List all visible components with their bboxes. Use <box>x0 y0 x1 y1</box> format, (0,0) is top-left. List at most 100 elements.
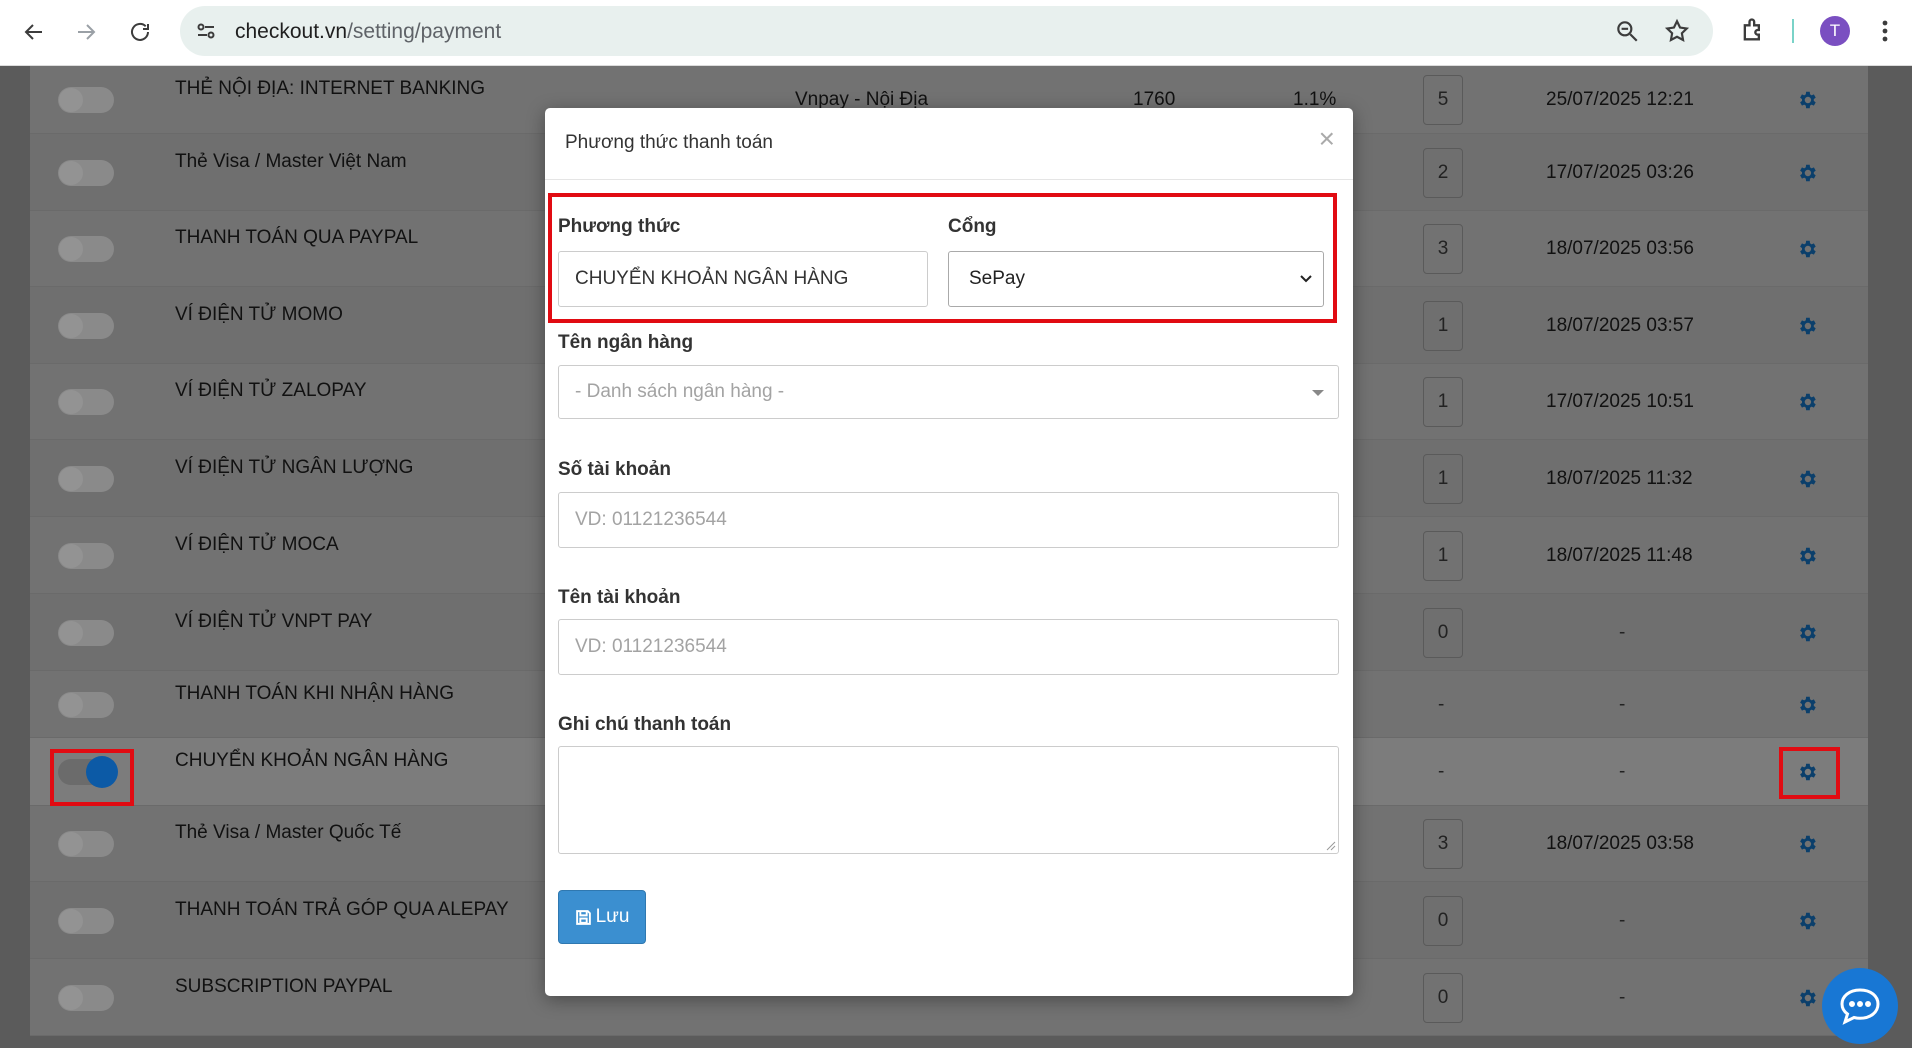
updated-date: - <box>1619 986 1626 1008</box>
modal-title: Phương thức thanh toán <box>565 132 773 153</box>
address-bar[interactable]: checkout.vn/setting/payment <box>180 6 1713 56</box>
gear-icon[interactable] <box>1796 468 1818 490</box>
toggle-knob <box>59 543 83 568</box>
more-menu-icon[interactable] <box>1873 17 1897 45</box>
toolbar-divider <box>1792 19 1794 43</box>
status-toggle[interactable] <box>58 87 114 113</box>
toggle-knob <box>59 620 83 645</box>
toggle-knob <box>59 160 83 185</box>
bank-label: Tên ngân hàng <box>558 332 694 353</box>
payment-method-name: THANH TOÁN KHI NHẬN HÀNG <box>175 682 455 704</box>
toggle-knob <box>59 985 83 1010</box>
status-toggle[interactable] <box>58 831 114 857</box>
gear-icon[interactable] <box>1796 622 1818 644</box>
order-count-badge: 0 <box>1423 607 1463 658</box>
gear-icon[interactable] <box>1796 89 1818 111</box>
gear-icon[interactable] <box>1796 315 1818 337</box>
browser-toolbar: checkout.vn/setting/payment T <box>0 0 1912 66</box>
reload-button[interactable] <box>118 12 162 52</box>
status-toggle[interactable] <box>58 619 114 646</box>
toggle-knob <box>59 313 83 338</box>
save-button[interactable]: Lưu <box>558 890 646 944</box>
order-count-badge: 0 <box>1423 895 1463 946</box>
order-count-badge: 1 <box>1423 453 1463 504</box>
payment-method-name: Thẻ Visa / Master Quốc Tế <box>175 822 402 843</box>
status-toggle[interactable] <box>58 236 114 262</box>
bank-combobox[interactable]: - Danh sách ngân hàng - <box>558 365 1339 419</box>
status-toggle[interactable] <box>58 312 114 339</box>
gear-icon[interactable] <box>1796 910 1818 932</box>
arrow-left-icon <box>24 24 42 40</box>
payment-method-name: THẺ NỘI ĐỊA: INTERNET BANKING <box>175 78 486 99</box>
account-number-label: Số tài khoản <box>558 459 671 480</box>
zoom-icon[interactable] <box>1614 18 1640 44</box>
extensions-icon[interactable] <box>1739 16 1767 44</box>
modal-close-button[interactable]: × <box>1319 125 1335 153</box>
payment-method-name: VÍ ĐIỆN TỬ VNPT PAY <box>175 610 373 632</box>
account-name-label: Tên tài khoản <box>558 587 681 608</box>
gear-highlight-box <box>1779 747 1840 799</box>
status-toggle[interactable] <box>58 542 114 569</box>
chat-icon <box>1840 988 1880 1025</box>
reload-icon <box>131 22 149 41</box>
status-toggle[interactable] <box>58 159 114 186</box>
order-count-badge: 5 <box>1423 75 1463 125</box>
chevron-down-icon <box>1300 275 1312 283</box>
url-path: /setting/payment <box>347 20 502 43</box>
payment-note-textarea[interactable] <box>558 746 1339 854</box>
order-count-badge: 0 <box>1423 972 1463 1023</box>
payment-method-name: VÍ ĐIỆN TỬ MOCA <box>175 533 339 555</box>
url-host: checkout.vn <box>235 20 348 43</box>
status-toggle[interactable] <box>58 691 114 718</box>
modal-header: Phương thức thanh toán × <box>545 108 1353 180</box>
status-toggle[interactable] <box>58 465 114 492</box>
gear-icon[interactable] <box>1796 694 1818 716</box>
payment-method-name: VÍ ĐIỆN TỬ ZALOPAY <box>175 380 367 401</box>
account-number-input[interactable]: VD: 01121236544 <box>558 492 1339 548</box>
account-name-input[interactable]: VD: 01121236544 <box>558 619 1339 675</box>
save-button-label: Lưu <box>595 906 630 927</box>
resize-grip-icon[interactable] <box>1324 839 1336 851</box>
bank-placeholder: - Danh sách ngân hàng - <box>575 381 785 402</box>
payment-method-name: CHUYỂN KHOẢN NGÂN HÀNG <box>175 750 449 771</box>
payment-method-name: THANH TOÁN TRẢ GÓP QUA ALEPAY <box>175 898 509 920</box>
forward-button[interactable] <box>64 12 108 52</box>
order-count-badge: 3 <box>1423 819 1463 869</box>
arrow-right-icon <box>78 24 96 40</box>
toggle-knob <box>59 466 83 491</box>
gateway-selected-value: SePay <box>969 268 1025 289</box>
gear-icon[interactable] <box>1796 391 1818 413</box>
payment-method-name: Thẻ Visa / Master Việt Nam <box>175 150 407 172</box>
toggle-knob <box>59 832 83 856</box>
status-toggle[interactable] <box>58 907 114 934</box>
status-toggle[interactable] <box>58 389 114 415</box>
order-count-badge: 1 <box>1423 530 1463 581</box>
gear-icon[interactable] <box>1796 987 1818 1009</box>
toggle-highlight-box <box>50 749 134 806</box>
bookmark-star-icon[interactable] <box>1664 18 1690 44</box>
payment-method-name: SUBSCRIPTION PAYPAL <box>175 975 393 997</box>
back-button[interactable] <box>12 12 56 52</box>
gear-icon[interactable] <box>1796 545 1818 567</box>
toggle-knob <box>59 692 83 717</box>
updated-date: 18/07/2025 11:32 <box>1546 467 1693 489</box>
method-field[interactable]: CHUYỂN KHOẢN NGÂN HÀNG <box>558 251 928 307</box>
updated-date: - <box>1619 621 1626 643</box>
method-label: Phương thức <box>558 216 681 237</box>
site-settings-icon[interactable] <box>194 19 218 43</box>
order-count-badge: 3 <box>1423 224 1463 274</box>
profile-avatar[interactable]: T <box>1820 16 1850 46</box>
gear-icon[interactable] <box>1796 162 1818 184</box>
floppy-disk-icon <box>575 909 591 925</box>
payment-note-label: Ghi chú thanh toán <box>558 714 732 735</box>
status-toggle[interactable] <box>58 984 114 1011</box>
payment-method-name: THANH TOÁN QUA PAYPAL <box>175 227 419 248</box>
toggle-knob <box>59 908 83 933</box>
updated-date: 17/07/2025 03:26 <box>1546 161 1694 183</box>
gear-icon[interactable] <box>1796 238 1818 260</box>
chat-button[interactable] <box>1822 968 1898 1044</box>
gear-icon[interactable] <box>1796 833 1818 855</box>
payment-method-name: VÍ ĐIỆN TỬ MOMO <box>175 303 343 325</box>
toggle-knob <box>59 390 83 414</box>
gateway-select[interactable]: SePay <box>948 251 1324 307</box>
